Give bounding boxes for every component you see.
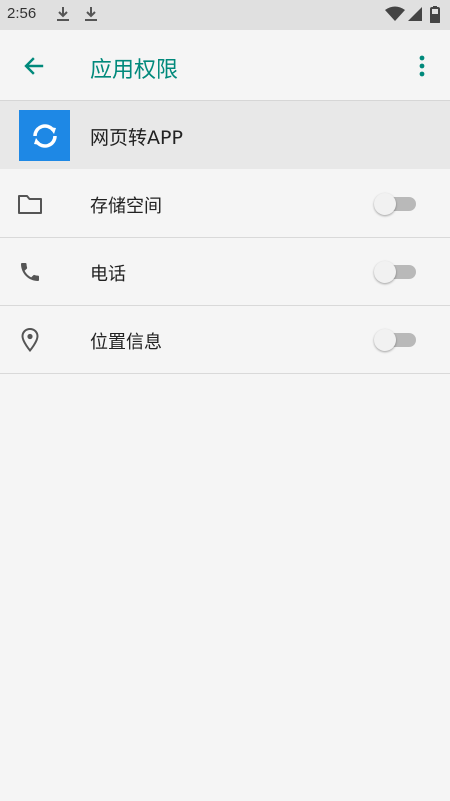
folder-icon	[16, 190, 44, 218]
app-name: 网页转APP	[90, 127, 183, 149]
wifi-icon	[385, 6, 405, 21]
download-icon	[85, 7, 97, 21]
signal-icon	[408, 7, 422, 21]
permission-label: 存储空间	[90, 196, 162, 217]
permission-row-storage[interactable]: 存储空间	[0, 170, 450, 238]
toggle-thumb	[374, 329, 396, 351]
download-icon	[57, 7, 69, 21]
location-icon	[16, 326, 44, 354]
toolbar: 应用权限	[0, 30, 450, 101]
phone-icon	[16, 258, 44, 286]
page-title: 应用权限	[90, 58, 179, 83]
permission-toggle[interactable]	[374, 193, 418, 215]
permission-label: 位置信息	[90, 332, 162, 353]
status-time: 2:56	[7, 5, 37, 22]
permission-list: 存储空间 电话 位置信息	[0, 170, 450, 374]
battery-icon	[430, 6, 440, 23]
permission-row-phone[interactable]: 电话	[0, 238, 450, 306]
app-header: 网页转APP	[0, 101, 450, 169]
permission-label: 电话	[90, 264, 126, 285]
permission-toggle[interactable]	[374, 261, 418, 283]
overflow-menu-button[interactable]	[406, 46, 438, 86]
permission-row-location[interactable]: 位置信息	[0, 306, 450, 374]
toggle-thumb	[374, 193, 396, 215]
permission-toggle[interactable]	[374, 329, 418, 351]
more-vert-icon	[419, 55, 425, 77]
toggle-thumb	[374, 261, 396, 283]
back-button[interactable]	[14, 46, 54, 86]
app-icon	[19, 110, 70, 161]
arrow-back-icon	[24, 57, 44, 75]
status-bar: 2:56	[0, 0, 450, 30]
sync-icon	[32, 123, 57, 148]
